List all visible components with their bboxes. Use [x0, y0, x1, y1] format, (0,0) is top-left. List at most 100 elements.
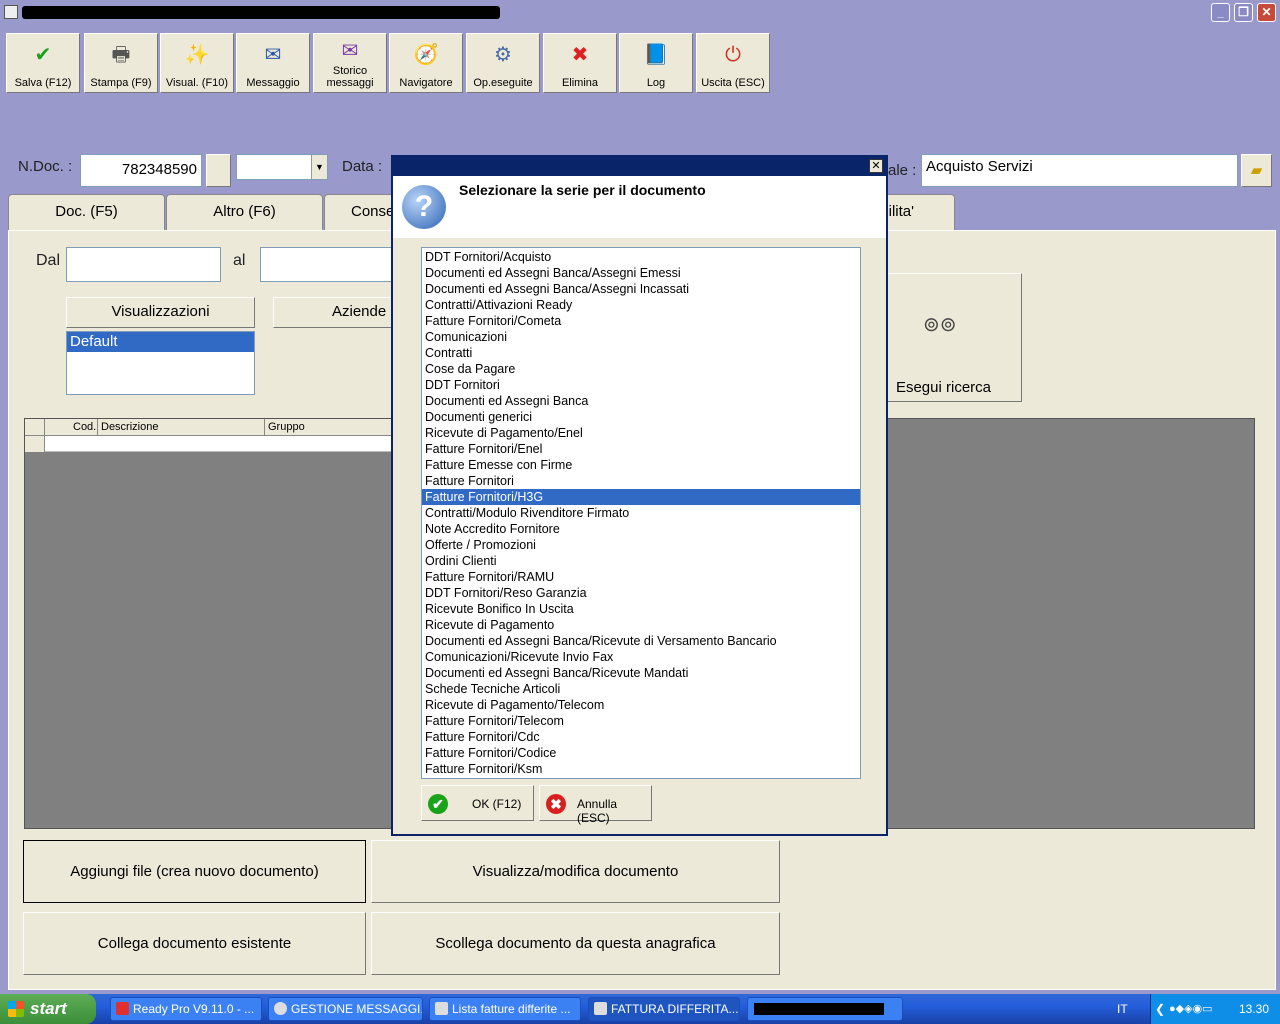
table-row[interactable] — [25, 436, 393, 452]
list-item[interactable]: Ordini Clienti — [422, 553, 860, 569]
list-item[interactable]: Documenti ed Assegni Banca/Assegni Incas… — [422, 281, 860, 297]
window-icon — [594, 1002, 607, 1015]
list-item[interactable]: Ricevute di Pagamento/Enel — [422, 425, 860, 441]
toolbar-label: Elimina — [561, 77, 599, 89]
list-item[interactable]: Comunicazioni — [422, 329, 860, 345]
delete-button[interactable]: ✖ Elimina — [543, 33, 617, 93]
print-button[interactable]: 🖶 Stampa (F9) — [84, 33, 158, 93]
column-cod[interactable]: Cod. — [73, 421, 96, 433]
chat-bubble-icon — [274, 1002, 287, 1015]
task-label: Lista fatture differite ... — [452, 1002, 571, 1016]
cancel-button[interactable]: ✖ Annulla (ESC) — [539, 785, 652, 825]
folder-icon: ▰ — [1250, 162, 1263, 179]
causale-field[interactable]: Acquisto Servizi — [921, 154, 1238, 187]
list-item[interactable]: Fatture Fornitori/H3G — [422, 489, 860, 505]
al-label: al — [233, 252, 246, 269]
list-item[interactable]: Ricevute di Pagamento/Telecom — [422, 697, 860, 713]
close-window-button[interactable]: ✕ — [1257, 3, 1276, 22]
toolbar-label: Op.eseguite — [473, 77, 533, 89]
toolbar-label: Uscita (ESC) — [701, 77, 765, 89]
list-item[interactable]: Fatture Fornitori/Ksm — [422, 761, 860, 777]
views-list[interactable]: Default — [66, 331, 255, 395]
list-item[interactable]: Documenti ed Assegni Banca/Ricevute Mand… — [422, 665, 860, 681]
cancel-x-icon: ✖ — [546, 794, 566, 814]
list-item[interactable]: Fatture Fornitori/RAMU — [422, 569, 860, 585]
column-descrizione[interactable]: Descrizione — [101, 421, 158, 433]
taskbar-item-redacted[interactable] — [747, 997, 903, 1021]
minimize-button[interactable]: _ — [1211, 3, 1230, 22]
envelope-search-icon: ✉ — [341, 40, 359, 62]
list-item[interactable]: Comunicazioni/Ricevute Invio Fax — [422, 649, 860, 665]
series-select[interactable]: ▼ — [236, 154, 328, 180]
chevron-down-icon[interactable]: ▼ — [311, 155, 327, 179]
dialog-title-bar: ✕ — [393, 157, 886, 176]
folder-button[interactable]: ▰ — [1241, 154, 1272, 187]
system-tray: ❮ ●◆◈◉▭ 13.30 — [1150, 994, 1280, 1024]
dialog-message: Selezionare la serie per il documento — [459, 182, 706, 198]
series-list[interactable]: DDT Fornitori/Acquisto Documenti ed Asseg… — [421, 247, 861, 779]
list-item[interactable]: Cose da Pagare — [422, 361, 860, 377]
language-indicator[interactable]: IT — [1117, 1002, 1128, 1016]
view-button[interactable]: ✨ Visual. (F10) — [160, 33, 234, 93]
dialog-close-button[interactable]: ✕ — [869, 159, 883, 173]
log-button[interactable]: 📘 Log — [619, 33, 693, 93]
list-item[interactable]: Documenti ed Assegni Banca/Assegni Emess… — [422, 265, 860, 281]
list-item[interactable]: Note Accredito Fornitore — [422, 521, 860, 537]
list-item[interactable]: Contratti/Modulo Rivenditore Firmato — [422, 505, 860, 521]
list-item[interactable]: Fatture Fornitori/Cdc — [422, 729, 860, 745]
start-button[interactable]: start — [0, 994, 96, 1024]
view-edit-document-button[interactable]: Visualizza/modifica documento — [371, 840, 780, 903]
list-item[interactable]: Documenti ed Assegni Banca/Ricevute di V… — [422, 633, 860, 649]
ndoc-lookup-button[interactable] — [206, 154, 231, 187]
date-to-input[interactable] — [260, 247, 392, 282]
link-existing-document-button[interactable]: Collega documento esistente — [23, 912, 366, 975]
list-item[interactable]: Fatture Fornitori — [422, 473, 860, 489]
ok-button[interactable]: ✔ OK (F12) — [421, 785, 534, 821]
save-button[interactable]: ✔ Salva (F12) — [6, 33, 80, 93]
tray-icons[interactable]: ●◆◈◉▭ — [1169, 994, 1213, 1024]
list-item[interactable]: Fatture Fornitori/Telecom — [422, 713, 860, 729]
task-label: Ready Pro V9.11.0 - ... — [133, 1002, 255, 1016]
taskbar-item-messages[interactable]: GESTIONE MESSAGGI... — [268, 997, 423, 1021]
taskbar-item-deferred-invoice[interactable]: FATTURA DIFFERITA... — [588, 997, 740, 1021]
list-item[interactable]: Fatture Fornitori/Codice — [422, 745, 860, 761]
series-selection-dialog: ✕ ? Selezionare la serie per il document… — [391, 155, 888, 836]
date-label: Data : — [342, 158, 383, 175]
views-item-default[interactable]: Default — [67, 332, 254, 352]
unlink-document-button[interactable]: Scollega documento da questa anagrafica — [371, 912, 780, 975]
list-item[interactable]: Contratti/Attivazioni Ready — [422, 297, 860, 313]
ok-label: OK (F12) — [472, 797, 522, 811]
list-item[interactable]: Contratti — [422, 345, 860, 361]
column-gruppo[interactable]: Gruppo — [268, 421, 305, 433]
operations-done-button[interactable]: ⚙ Op.eseguite — [466, 33, 540, 93]
list-item[interactable]: DDT Fornitori/Acquisto — [422, 249, 860, 265]
date-from-input[interactable] — [66, 247, 221, 282]
grid-header: Cod. Descrizione Gruppo — [25, 419, 393, 436]
taskbar-item-readypro[interactable]: Ready Pro V9.11.0 - ... — [110, 997, 262, 1021]
message-button[interactable]: ✉ Messaggio — [236, 33, 310, 93]
taskbar-item-invoice-list[interactable]: Lista fatture differite ... — [429, 997, 581, 1021]
navigator-button[interactable]: 🧭 Navigatore — [389, 33, 463, 93]
list-item[interactable]: DDT Fornitori — [422, 377, 860, 393]
toolbar-label: Messaggio — [246, 77, 300, 89]
ndoc-input[interactable]: 782348590 — [80, 154, 202, 187]
tab-doc[interactable]: Doc. (F5) — [8, 194, 165, 230]
red-x-icon: ✖ — [571, 44, 589, 66]
list-item[interactable]: Fatture Emesse con Firme — [422, 457, 860, 473]
list-item[interactable]: Schede Tecniche Articoli — [422, 681, 860, 697]
tray-expand-icon[interactable]: ❮ — [1155, 994, 1165, 1024]
exit-button[interactable]: ⏻ Uscita (ESC) — [696, 33, 770, 93]
list-item[interactable]: Offerte / Promozioni — [422, 537, 860, 553]
list-item[interactable]: Fatture Fornitori/Cometa — [422, 313, 860, 329]
list-item[interactable]: Documenti ed Assegni Banca — [422, 393, 860, 409]
add-file-button[interactable]: Aggiungi file (crea nuovo documento) — [23, 840, 366, 903]
list-item[interactable]: Fatture Fornitori/Enel — [422, 441, 860, 457]
tab-altro[interactable]: Altro (F6) — [166, 194, 323, 230]
task-label: FATTURA DIFFERITA... — [611, 1002, 739, 1016]
list-item[interactable]: Ricevute di Pagamento — [422, 617, 860, 633]
list-item[interactable]: Ricevute Bonifico In Uscita — [422, 601, 860, 617]
list-item[interactable]: DDT Fornitori/Reso Garanzia — [422, 585, 860, 601]
message-history-button[interactable]: ✉ Storico messaggi — [313, 33, 387, 93]
restore-button[interactable]: ❐ — [1234, 3, 1253, 22]
list-item[interactable]: Documenti generici — [422, 409, 860, 425]
